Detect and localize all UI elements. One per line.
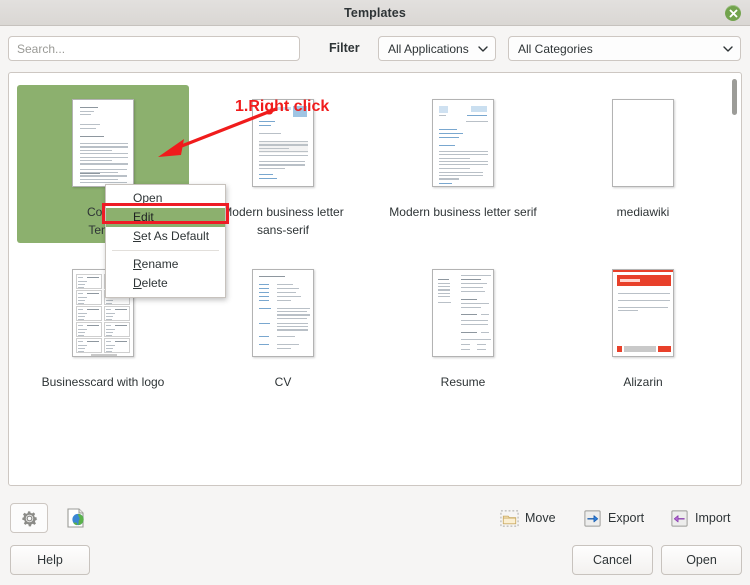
template-label: CV	[208, 373, 358, 391]
filter-label: Filter	[329, 41, 360, 55]
application-filter-value: All Applications	[388, 42, 469, 56]
template-label: mediawiki	[568, 203, 718, 221]
template-item[interactable]: mediawiki	[557, 85, 729, 243]
template-thumbnail	[612, 269, 674, 357]
template-thumbnail-wrap	[377, 91, 549, 195]
filter-bar: Filter All Applications All Categories	[0, 26, 750, 71]
import-icon	[670, 509, 689, 528]
template-thumbnail-wrap	[17, 91, 189, 195]
template-item[interactable]: Modern business letter serif	[377, 85, 549, 243]
chevron-down-icon	[723, 46, 733, 52]
import-label: Import	[695, 511, 730, 525]
help-button[interactable]: Help	[10, 545, 90, 575]
scrollbar-thumb[interactable]	[732, 79, 737, 115]
context-menu-item-open[interactable]: Open	[106, 189, 225, 208]
template-thumbnail	[612, 99, 674, 187]
search-input[interactable]	[8, 36, 300, 61]
settings-button[interactable]	[10, 503, 48, 533]
context-menu-separator	[112, 250, 219, 251]
chevron-down-icon	[478, 46, 488, 52]
context-menu-item-set-as-default[interactable]: Set As Default	[106, 227, 225, 246]
export-button[interactable]: Export	[583, 504, 644, 532]
gear-icon	[20, 509, 39, 528]
template-thumbnail-wrap	[557, 91, 729, 195]
export-label: Export	[608, 511, 644, 525]
templates-dialog: Templates Filter All Applications All Ca…	[0, 0, 750, 585]
template-thumbnail-wrap	[377, 261, 549, 365]
template-item[interactable]: Resume	[377, 255, 549, 395]
context-menu-item-delete[interactable]: Delete	[106, 274, 225, 293]
context-menu-item-rename[interactable]: Rename	[106, 255, 225, 274]
title-bar: Templates	[0, 0, 750, 26]
template-label: Businesscard with logo	[28, 373, 178, 391]
template-thumbnail	[432, 269, 494, 357]
template-thumbnail	[252, 269, 314, 357]
close-glyph	[729, 9, 738, 18]
template-repository-button[interactable]	[62, 504, 90, 532]
close-icon[interactable]	[725, 5, 741, 21]
template-label: Resume	[388, 373, 538, 391]
template-context-menu: OpenEditSet As Default RenameDelete	[105, 184, 226, 298]
template-item[interactable]: Alizarin	[557, 255, 729, 395]
window-title: Templates	[344, 6, 406, 20]
category-filter-value: All Categories	[518, 42, 593, 56]
template-thumbnail	[72, 99, 134, 187]
template-label: Modern business letter sans-serif	[208, 203, 358, 239]
annotation-step-label: 1.Right click	[235, 98, 329, 116]
globe-document-icon	[64, 506, 88, 530]
move-button[interactable]: Move	[500, 504, 556, 532]
cancel-button[interactable]: Cancel	[572, 545, 653, 575]
template-thumbnail-wrap	[557, 261, 729, 365]
export-icon	[583, 509, 602, 528]
template-thumbnail	[432, 99, 494, 187]
move-label: Move	[525, 511, 556, 525]
context-menu-item-edit[interactable]: Edit	[106, 208, 225, 227]
application-filter-dropdown[interactable]: All Applications	[378, 36, 496, 61]
template-label: Alizarin	[568, 373, 718, 391]
move-folder-icon	[500, 509, 519, 528]
open-button[interactable]: Open	[661, 545, 742, 575]
import-button[interactable]: Import	[670, 504, 730, 532]
vertical-scrollbar[interactable]	[729, 75, 739, 483]
category-filter-dropdown[interactable]: All Categories	[508, 36, 741, 61]
template-label: Modern business letter serif	[388, 203, 538, 221]
